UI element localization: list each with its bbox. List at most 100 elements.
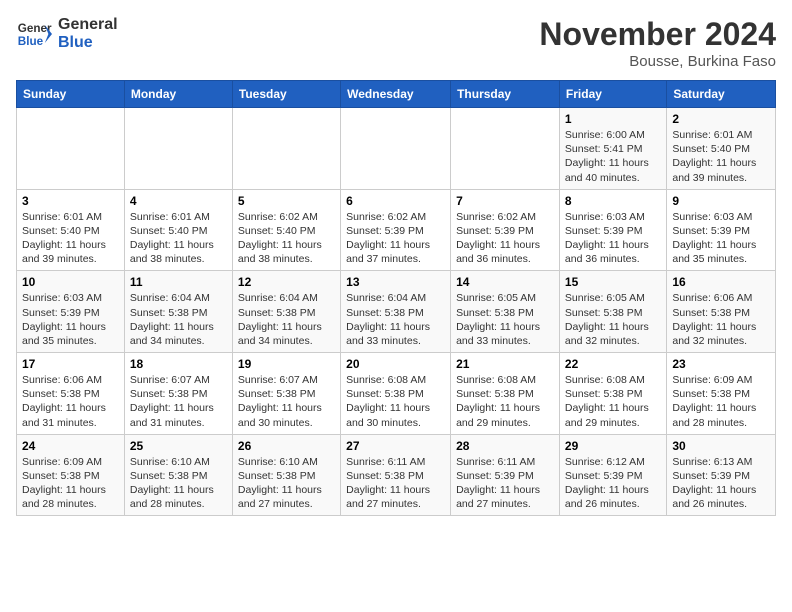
day-info: Sunrise: 6:03 AM Sunset: 5:39 PM Dayligh… bbox=[22, 291, 119, 348]
calendar-cell: 8 Sunrise: 6:03 AM Sunset: 5:39 PM Daylig… bbox=[559, 189, 666, 271]
day-header-saturday: Saturday bbox=[667, 81, 776, 108]
calendar-cell: 2 Sunrise: 6:01 AM Sunset: 5:40 PM Daylig… bbox=[667, 108, 776, 190]
calendar-cell: 18 Sunrise: 6:07 AM Sunset: 5:38 PM Dayli… bbox=[124, 353, 232, 435]
day-info: Sunrise: 6:07 AM Sunset: 5:38 PM Dayligh… bbox=[238, 373, 335, 430]
day-info: Sunrise: 6:00 AM Sunset: 5:41 PM Dayligh… bbox=[565, 128, 661, 185]
calendar-cell: 30Sunrise: 6:13 AM Sunset: 5:39 PM Dayli… bbox=[667, 434, 776, 516]
day-info: Sunrise: 6:02 AM Sunset: 5:39 PM Dayligh… bbox=[346, 210, 445, 267]
day-info: Sunrise: 6:04 AM Sunset: 5:38 PM Dayligh… bbox=[238, 291, 335, 348]
day-number: 4 bbox=[130, 194, 227, 208]
calendar-body: 1 Sunrise: 6:00 AM Sunset: 5:41 PM Daylig… bbox=[17, 108, 776, 516]
svg-text:Blue: Blue bbox=[18, 35, 44, 48]
day-number: 6 bbox=[346, 194, 445, 208]
logo-blue: Blue bbox=[58, 34, 118, 52]
day-number: 8 bbox=[565, 194, 661, 208]
day-info: Sunrise: 6:01 AM Sunset: 5:40 PM Dayligh… bbox=[130, 210, 227, 267]
day-number: 18 bbox=[130, 357, 227, 371]
day-number: 26 bbox=[238, 439, 335, 453]
day-header-thursday: Thursday bbox=[451, 81, 560, 108]
day-info: Sunrise: 6:11 AM Sunset: 5:38 PM Dayligh… bbox=[346, 455, 445, 512]
title-section: November 2024 Bousse, Burkina Faso bbox=[539, 16, 776, 70]
day-number: 14 bbox=[456, 275, 554, 289]
calendar-cell: 3 Sunrise: 6:01 AM Sunset: 5:40 PM Daylig… bbox=[17, 189, 125, 271]
day-number: 3 bbox=[22, 194, 119, 208]
day-header-wednesday: Wednesday bbox=[341, 81, 451, 108]
calendar-week-1: 3 Sunrise: 6:01 AM Sunset: 5:40 PM Daylig… bbox=[17, 189, 776, 271]
calendar-week-4: 24 Sunrise: 6:09 AM Sunset: 5:38 PM Dayli… bbox=[17, 434, 776, 516]
calendar-cell: 17 Sunrise: 6:06 AM Sunset: 5:38 PM Dayli… bbox=[17, 353, 125, 435]
day-info: Sunrise: 6:08 AM Sunset: 5:38 PM Dayligh… bbox=[346, 373, 445, 430]
calendar-cell: 12 Sunrise: 6:04 AM Sunset: 5:38 PM Dayli… bbox=[232, 271, 340, 353]
day-info: Sunrise: 6:03 AM Sunset: 5:39 PM Dayligh… bbox=[565, 210, 661, 267]
day-number: 23 bbox=[672, 357, 770, 371]
calendar-cell bbox=[232, 108, 340, 190]
day-header-monday: Monday bbox=[124, 81, 232, 108]
day-number: 9 bbox=[672, 194, 770, 208]
day-number: 28 bbox=[456, 439, 554, 453]
calendar-cell: 21 Sunrise: 6:08 AM Sunset: 5:38 PM Dayli… bbox=[451, 353, 560, 435]
day-info: Sunrise: 6:02 AM Sunset: 5:39 PM Dayligh… bbox=[456, 210, 554, 267]
calendar-cell: 7 Sunrise: 6:02 AM Sunset: 5:39 PM Daylig… bbox=[451, 189, 560, 271]
calendar-cell: 28 Sunrise: 6:11 AM Sunset: 5:39 PM Dayli… bbox=[451, 434, 560, 516]
day-info: Sunrise: 6:10 AM Sunset: 5:38 PM Dayligh… bbox=[238, 455, 335, 512]
day-number: 29 bbox=[565, 439, 661, 453]
day-number: 13 bbox=[346, 275, 445, 289]
calendar-cell: 5Sunrise: 6:02 AM Sunset: 5:40 PM Daylig… bbox=[232, 189, 340, 271]
day-info: Sunrise: 6:09 AM Sunset: 5:38 PM Dayligh… bbox=[22, 455, 119, 512]
location-subtitle: Bousse, Burkina Faso bbox=[539, 53, 776, 70]
day-number: 27 bbox=[346, 439, 445, 453]
day-info: Sunrise: 6:06 AM Sunset: 5:38 PM Dayligh… bbox=[22, 373, 119, 430]
day-number: 22 bbox=[565, 357, 661, 371]
calendar-table: SundayMondayTuesdayWednesdayThursdayFrid… bbox=[16, 80, 776, 516]
day-number: 19 bbox=[238, 357, 335, 371]
day-number: 17 bbox=[22, 357, 119, 371]
calendar-cell: 6 Sunrise: 6:02 AM Sunset: 5:39 PM Daylig… bbox=[341, 189, 451, 271]
calendar-cell: 9 Sunrise: 6:03 AM Sunset: 5:39 PM Daylig… bbox=[667, 189, 776, 271]
day-number: 30 bbox=[672, 439, 770, 453]
calendar-cell bbox=[451, 108, 560, 190]
day-info: Sunrise: 6:01 AM Sunset: 5:40 PM Dayligh… bbox=[672, 128, 770, 185]
calendar-cell: 27 Sunrise: 6:11 AM Sunset: 5:38 PM Dayli… bbox=[341, 434, 451, 516]
calendar-cell bbox=[341, 108, 451, 190]
day-number: 12 bbox=[238, 275, 335, 289]
day-info: Sunrise: 6:07 AM Sunset: 5:38 PM Dayligh… bbox=[130, 373, 227, 430]
day-info: Sunrise: 6:04 AM Sunset: 5:38 PM Dayligh… bbox=[346, 291, 445, 348]
day-info: Sunrise: 6:10 AM Sunset: 5:38 PM Dayligh… bbox=[130, 455, 227, 512]
logo-general: General bbox=[58, 16, 118, 34]
calendar-week-0: 1 Sunrise: 6:00 AM Sunset: 5:41 PM Daylig… bbox=[17, 108, 776, 190]
header: General Blue General Blue November 2024 … bbox=[16, 16, 776, 70]
day-number: 5 bbox=[238, 194, 335, 208]
calendar-cell: 22Sunrise: 6:08 AM Sunset: 5:38 PM Dayli… bbox=[559, 353, 666, 435]
day-number: 10 bbox=[22, 275, 119, 289]
day-number: 25 bbox=[130, 439, 227, 453]
calendar-cell: 19 Sunrise: 6:07 AM Sunset: 5:38 PM Dayli… bbox=[232, 353, 340, 435]
day-number: 21 bbox=[456, 357, 554, 371]
calendar-cell: 29Sunrise: 6:12 AM Sunset: 5:39 PM Dayli… bbox=[559, 434, 666, 516]
day-info: Sunrise: 6:09 AM Sunset: 5:38 PM Dayligh… bbox=[672, 373, 770, 430]
month-title: November 2024 bbox=[539, 16, 776, 53]
day-info: Sunrise: 6:11 AM Sunset: 5:39 PM Dayligh… bbox=[456, 455, 554, 512]
day-info: Sunrise: 6:01 AM Sunset: 5:40 PM Dayligh… bbox=[22, 210, 119, 267]
calendar-cell: 14Sunrise: 6:05 AM Sunset: 5:38 PM Dayli… bbox=[451, 271, 560, 353]
day-number: 24 bbox=[22, 439, 119, 453]
calendar-week-2: 10 Sunrise: 6:03 AM Sunset: 5:39 PM Dayli… bbox=[17, 271, 776, 353]
logo-icon: General Blue bbox=[16, 16, 52, 52]
calendar-cell bbox=[124, 108, 232, 190]
calendar-cell: 10 Sunrise: 6:03 AM Sunset: 5:39 PM Dayli… bbox=[17, 271, 125, 353]
day-number: 7 bbox=[456, 194, 554, 208]
calendar-cell: 1 Sunrise: 6:00 AM Sunset: 5:41 PM Daylig… bbox=[559, 108, 666, 190]
calendar-cell: 26 Sunrise: 6:10 AM Sunset: 5:38 PM Dayli… bbox=[232, 434, 340, 516]
calendar-cell: 25 Sunrise: 6:10 AM Sunset: 5:38 PM Dayli… bbox=[124, 434, 232, 516]
day-number: 20 bbox=[346, 357, 445, 371]
day-number: 15 bbox=[565, 275, 661, 289]
day-number: 11 bbox=[130, 275, 227, 289]
day-number: 1 bbox=[565, 112, 661, 126]
calendar-cell: 13 Sunrise: 6:04 AM Sunset: 5:38 PM Dayli… bbox=[341, 271, 451, 353]
day-number: 16 bbox=[672, 275, 770, 289]
calendar-cell: 16Sunrise: 6:06 AM Sunset: 5:38 PM Dayli… bbox=[667, 271, 776, 353]
day-info: Sunrise: 6:08 AM Sunset: 5:38 PM Dayligh… bbox=[456, 373, 554, 430]
day-number: 2 bbox=[672, 112, 770, 126]
calendar-cell: 4 Sunrise: 6:01 AM Sunset: 5:40 PM Daylig… bbox=[124, 189, 232, 271]
day-info: Sunrise: 6:03 AM Sunset: 5:39 PM Dayligh… bbox=[672, 210, 770, 267]
calendar-cell: 23 Sunrise: 6:09 AM Sunset: 5:38 PM Dayli… bbox=[667, 353, 776, 435]
